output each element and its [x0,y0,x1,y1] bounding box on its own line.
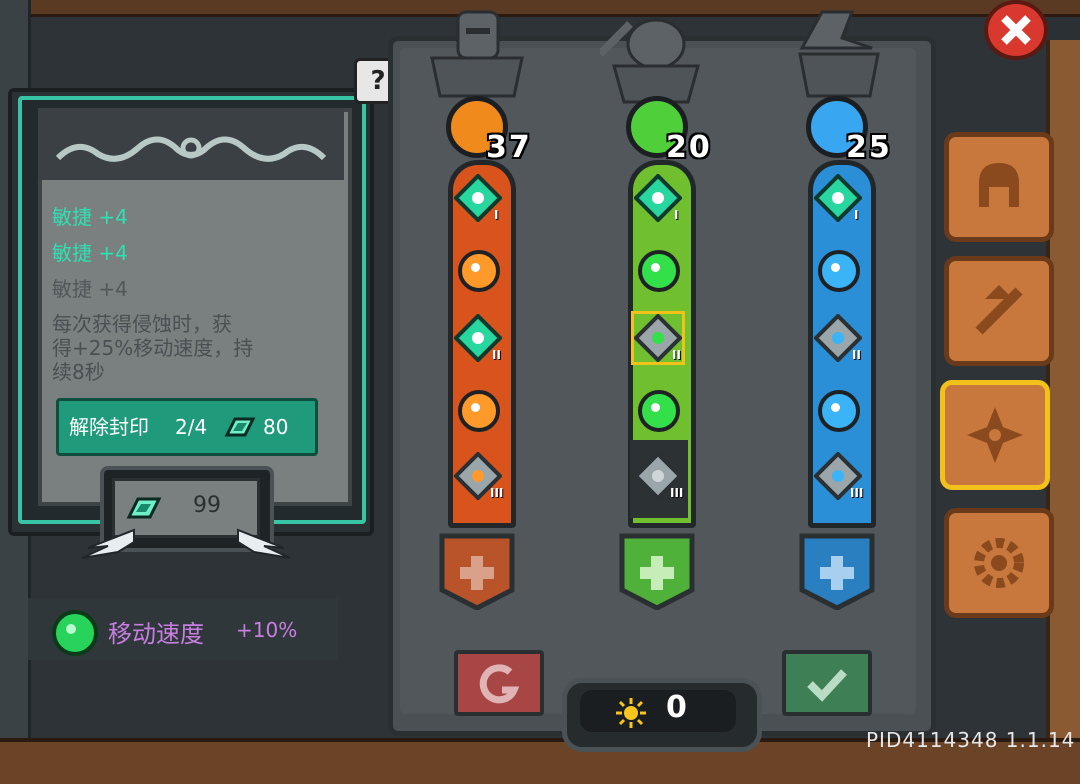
wing-right-icon [237,528,291,559]
tier-label: II [672,348,681,362]
tab-weapon-upgrade[interactable] [944,256,1054,366]
bonus-value: +10% [236,618,298,642]
tier-label: I [854,208,859,222]
stat-node-red-2[interactable] [458,390,500,432]
stat-node-blue-2[interactable] [818,390,860,432]
tier-label: III [490,486,504,500]
tier-label: III [670,486,684,500]
stat-line-2: 敏捷 +4 [52,241,128,265]
description-line-3: 续8秒 [52,360,105,384]
talent-points-box [580,690,736,732]
add-point-green-button[interactable] [618,532,696,610]
stat-line-1: 敏捷 +4 [52,205,128,229]
rune-icon [967,407,1023,463]
unseal-cost: 80 [263,415,289,439]
weapon-upgrade-icon [975,285,1023,335]
reset-button[interactable] [454,650,544,716]
stat-line-3: 敏捷 +4 [52,277,128,301]
tab-settings[interactable] [944,508,1054,618]
gem-icon [224,417,256,437]
close-button[interactable] [984,0,1048,60]
knight-statue-icon [430,10,524,98]
add-point-blue-button[interactable] [798,532,876,610]
bonus-label: 移动速度 [108,620,204,648]
talent-points-value: 0 [666,690,687,725]
tab-rune[interactable] [940,380,1050,490]
settings-gear-icon [974,538,1024,588]
add-point-red-button[interactable] [438,532,516,610]
unseal-progress: 2/4 [175,415,208,439]
tier-label: II [852,348,861,362]
green-orb-icon [52,610,98,656]
helmet-icon [979,163,1019,207]
tier-label: II [492,348,501,362]
unseal-label: 解除封印 [69,415,149,439]
sun-point-icon [616,698,646,728]
tree-count-red: 37 [486,130,532,165]
wing-left-icon [81,528,135,559]
tooltip-description: 每次获得侵蚀时，获 得+25%移动速度，持 续8秒 [52,312,312,384]
gem-icon [126,497,162,519]
tooltip-stats: 敏捷 +4 敏捷 +4 敏捷 +4 [52,200,332,308]
top-wood-beam [0,0,1080,17]
close-icon [1001,15,1031,45]
reset-icon [479,664,520,704]
stat-node-green-2[interactable] [638,390,680,432]
unseal-button[interactable]: 解除封印 2/4 80 [56,398,318,456]
tier-label: I [674,208,679,222]
checkmark-icon [807,669,847,702]
wizard-statue-icon [798,10,880,98]
rogue-statue-icon [600,18,700,104]
description-line-1: 每次获得侵蚀时，获 [52,312,232,336]
confirm-button[interactable] [782,650,872,716]
stat-node-green-1[interactable] [638,250,680,292]
tree-count-blue: 25 [846,130,892,165]
tooltip-crest [38,108,344,180]
tree-count-green: 20 [666,130,712,165]
stat-node-blue-1[interactable] [818,250,860,292]
tier-label: I [494,208,499,222]
stat-node-red-1[interactable] [458,250,500,292]
tier-label: III [850,486,864,500]
version-label: PID4114348 1.1.14 [866,728,1076,752]
description-line-2: 得+25%移动速度，持 [52,336,254,360]
gem-balance-value: 99 [193,493,221,518]
tab-helmet[interactable] [944,132,1054,242]
